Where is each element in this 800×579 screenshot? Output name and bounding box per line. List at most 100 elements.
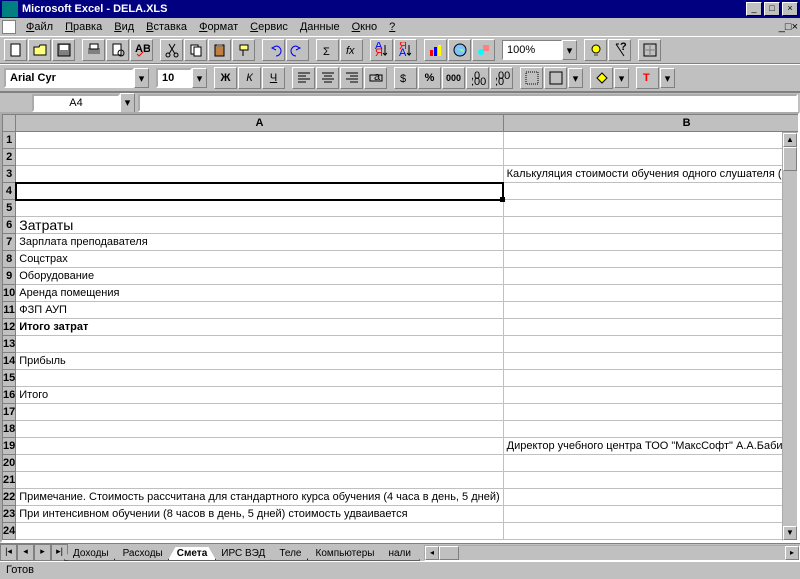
col-header-A[interactable]: A	[16, 115, 503, 132]
print-preview-button[interactable]	[106, 39, 129, 61]
sheet-tab-Смета[interactable]: Смета	[168, 547, 217, 561]
open-button[interactable]	[28, 39, 51, 61]
cell-B1[interactable]	[503, 132, 800, 149]
sheet-tab-Компьютеры[interactable]: Компьютеры	[307, 547, 384, 561]
menu-окно[interactable]: Окно	[346, 20, 384, 34]
undo-button[interactable]	[262, 39, 285, 61]
cell-B5[interactable]	[503, 200, 800, 217]
help-button[interactable]: ?	[608, 39, 631, 61]
row-header-22[interactable]: 22	[3, 489, 16, 506]
row-header-18[interactable]: 18	[3, 421, 16, 438]
cell-B7[interactable]	[503, 234, 800, 251]
name-box-dropdown-button[interactable]: ▾	[120, 93, 135, 113]
row-header-1[interactable]: 1	[3, 132, 16, 149]
cell-A10[interactable]: Аренда помещения	[16, 285, 503, 302]
tab-first-button[interactable]: |◂	[0, 544, 17, 561]
cell-B18[interactable]	[503, 421, 800, 438]
row-header-7[interactable]: 7	[3, 234, 16, 251]
align-left-button[interactable]	[292, 67, 315, 89]
menu-вставка[interactable]: Вставка	[140, 20, 193, 34]
row-header-6[interactable]: 6	[3, 217, 16, 234]
scroll-left-button[interactable]: ◂	[425, 546, 439, 560]
cell-A6[interactable]: Затраты	[16, 217, 503, 234]
cell-A2[interactable]	[16, 149, 503, 166]
cell-B16[interactable]	[503, 387, 800, 404]
row-header-11[interactable]: 11	[3, 302, 16, 319]
cell-A16[interactable]: Итого	[16, 387, 503, 404]
row-header-20[interactable]: 20	[3, 455, 16, 472]
sort-desc-button[interactable]: ЯА	[394, 39, 417, 61]
cell-A21[interactable]	[16, 472, 503, 489]
font-size-input[interactable]: 10	[156, 68, 192, 88]
hscroll-thumb[interactable]	[439, 546, 459, 560]
cell-A11[interactable]: ФЗП АУП	[16, 302, 503, 319]
menu-правка[interactable]: Правка	[59, 20, 108, 34]
cell-A20[interactable]	[16, 455, 503, 472]
decrease-indent-button[interactable]	[520, 67, 543, 89]
row-header-14[interactable]: 14	[3, 353, 16, 370]
cell-B20[interactable]	[503, 455, 800, 472]
row-header-8[interactable]: 8	[3, 251, 16, 268]
fill-color-button[interactable]	[590, 67, 613, 89]
underline-button[interactable]: Ч	[262, 67, 285, 89]
sort-asc-button[interactable]: АЯ	[370, 39, 393, 61]
menu-данные[interactable]: Данные	[294, 20, 346, 34]
fill-color-dropdown-button[interactable]: ▾	[614, 68, 629, 88]
scroll-down-button[interactable]: ▼	[783, 526, 797, 540]
cell-A4[interactable]	[16, 183, 503, 200]
row-header-4[interactable]: 4	[3, 183, 16, 200]
tab-prev-button[interactable]: ◂	[17, 544, 34, 561]
spelling-button[interactable]: ABC	[130, 39, 153, 61]
increase-decimal-button[interactable]: ,0,00	[466, 67, 489, 89]
menu-формат[interactable]: Формат	[193, 20, 244, 34]
cut-button[interactable]	[160, 39, 183, 61]
cell-B24[interactable]	[503, 523, 800, 540]
cell-A23[interactable]: При интенсивном обучении (8 часов в день…	[16, 506, 503, 523]
row-header-3[interactable]: 3	[3, 166, 16, 183]
row-header-24[interactable]: 24	[3, 523, 16, 540]
cell-A24[interactable]	[16, 523, 503, 540]
save-button[interactable]	[52, 39, 75, 61]
horizontal-scrollbar[interactable]: ◂ ▸	[424, 545, 800, 561]
scroll-right-button[interactable]: ▸	[785, 546, 799, 560]
cell-A5[interactable]	[16, 200, 503, 217]
cell-A3[interactable]	[16, 166, 503, 183]
col-header-B[interactable]: B	[503, 115, 800, 132]
cell-A15[interactable]	[16, 370, 503, 387]
cell-A19[interactable]	[16, 438, 503, 455]
function-button[interactable]: fx	[340, 39, 363, 61]
copy-button[interactable]	[184, 39, 207, 61]
drawing-button[interactable]	[472, 39, 495, 61]
row-header-2[interactable]: 2	[3, 149, 16, 166]
sheet-tab-Доходы[interactable]: Доходы	[64, 547, 118, 561]
percent-button[interactable]: %	[418, 67, 441, 89]
cell-A9[interactable]: Оборудование	[16, 268, 503, 285]
sheet-tab-нали[interactable]: нали	[379, 547, 420, 561]
menu-сервис[interactable]: Сервис	[244, 20, 294, 34]
row-header-12[interactable]: 12	[3, 319, 16, 336]
name-box[interactable]: A4	[32, 94, 120, 112]
paste-button[interactable]	[208, 39, 231, 61]
increase-indent-button[interactable]	[544, 67, 567, 89]
cell-B2[interactable]	[503, 149, 800, 166]
document-icon[interactable]	[2, 20, 16, 34]
spreadsheet-grid[interactable]: ABCDEFGHIJKL1Учебный центр ТОО "МаксСофт…	[0, 112, 800, 543]
cell-A12[interactable]: Итого затрат	[16, 319, 503, 336]
redo-button[interactable]	[286, 39, 309, 61]
bold-button[interactable]: Ж	[214, 67, 237, 89]
cell-A1[interactable]	[16, 132, 503, 149]
maximize-button[interactable]: □	[764, 2, 780, 16]
vertical-scrollbar[interactable]: ▲ ▼	[782, 132, 798, 541]
row-header-17[interactable]: 17	[3, 404, 16, 421]
row-header-16[interactable]: 16	[3, 387, 16, 404]
cell-A13[interactable]	[16, 336, 503, 353]
comma-button[interactable]: 000	[442, 67, 465, 89]
cell-A14[interactable]: Прибыль	[16, 353, 503, 370]
font-name-dropdown-button[interactable]: ▾	[134, 68, 149, 88]
align-right-button[interactable]	[340, 67, 363, 89]
cell-A18[interactable]	[16, 421, 503, 438]
cell-B21[interactable]	[503, 472, 800, 489]
sheet-tab-Теле[interactable]: Теле	[270, 547, 310, 561]
menu-файл[interactable]: Файл	[20, 20, 59, 34]
merge-center-button[interactable]: a	[364, 67, 387, 89]
